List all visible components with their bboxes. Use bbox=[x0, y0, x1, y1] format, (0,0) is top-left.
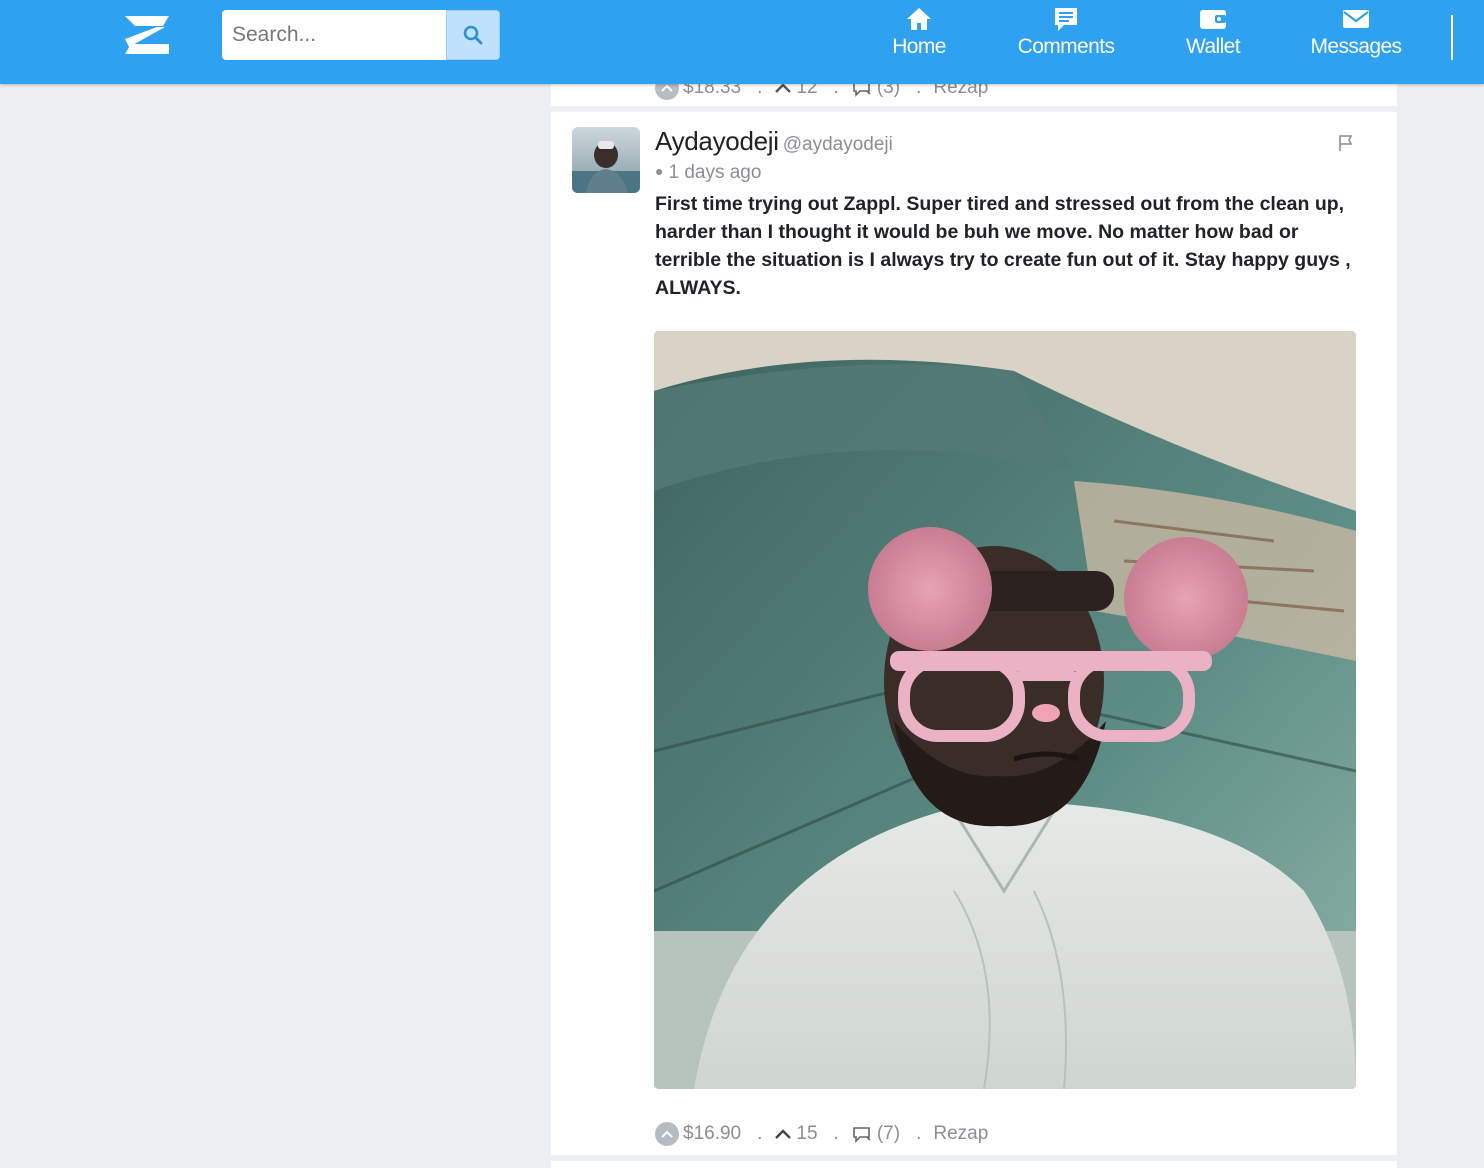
separator-dot: . bbox=[757, 1123, 763, 1144]
nav-wallet[interactable]: Wallet bbox=[1176, 0, 1250, 84]
separator-dot: . bbox=[916, 1123, 922, 1144]
search-icon bbox=[463, 25, 483, 45]
author-line: Aydayodeji @aydayodeji bbox=[655, 126, 893, 157]
chevron-up-icon bbox=[661, 84, 673, 92]
bullet-icon: ● bbox=[655, 163, 664, 179]
nav-comments[interactable]: Comments bbox=[1010, 0, 1122, 84]
time-ago: 1 days ago bbox=[668, 162, 762, 183]
upvote-icon[interactable] bbox=[774, 1128, 792, 1140]
payout-amount: $16.90 bbox=[683, 1123, 742, 1144]
separator-dot: . bbox=[833, 1123, 839, 1144]
nav-messages[interactable]: Messages bbox=[1302, 0, 1410, 84]
upvote-payout-button[interactable] bbox=[655, 1122, 679, 1146]
post-timestamp: ● 1 days ago bbox=[655, 162, 761, 184]
comment-count[interactable]: (7) bbox=[877, 1123, 900, 1145]
upvote-count: 15 bbox=[796, 1123, 818, 1144]
nav-comments-label: Comments bbox=[1017, 35, 1115, 58]
post-body: First time trying out Zappl. Super tired… bbox=[655, 193, 1351, 299]
zappl-logo-icon[interactable] bbox=[122, 13, 172, 62]
post-card-next bbox=[551, 1161, 1397, 1168]
rezap-link[interactable]: Rezap bbox=[933, 1123, 988, 1145]
nav-messages-label: Messages bbox=[1310, 35, 1403, 58]
search-bar bbox=[222, 10, 500, 60]
search-input[interactable] bbox=[222, 10, 447, 60]
top-navbar: Home Comments Wallet Messages bbox=[0, 0, 1484, 84]
home-icon bbox=[905, 4, 933, 34]
nav-divider bbox=[1451, 15, 1453, 60]
post-stats-bar: $16.90 . 15 . (7) . Rezap bbox=[655, 1121, 988, 1147]
wallet-icon bbox=[1199, 4, 1227, 34]
post-feed: $18.33 . 12 . (3) . Rezap Aydayodeji @ay… bbox=[551, 0, 1397, 1168]
comment-icon[interactable] bbox=[851, 1125, 873, 1143]
flag-icon[interactable] bbox=[1337, 134, 1355, 157]
chevron-up-icon bbox=[661, 1130, 673, 1138]
post-image[interactable] bbox=[654, 331, 1356, 1089]
search-button[interactable] bbox=[446, 10, 500, 60]
author-handle[interactable]: @aydayodeji bbox=[783, 134, 893, 155]
nav-home-label: Home bbox=[892, 35, 946, 58]
author-name[interactable]: Aydayodeji bbox=[655, 126, 779, 156]
envelope-icon bbox=[1342, 4, 1370, 34]
comment-icon bbox=[1053, 4, 1079, 34]
nav-home[interactable]: Home bbox=[880, 0, 958, 84]
avatar[interactable] bbox=[572, 127, 640, 193]
post-card: Aydayodeji @aydayodeji ● 1 days ago First … bbox=[551, 112, 1397, 1155]
nav-wallet-label: Wallet bbox=[1186, 35, 1241, 58]
